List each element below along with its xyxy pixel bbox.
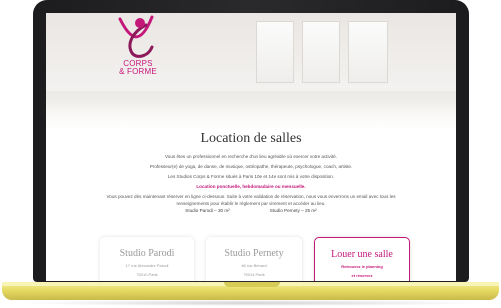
studio-sizes: Studio Parodi – 30 m² Studio Pernety – 2…	[46, 207, 456, 214]
brand-logo-text: CORPS & FORME	[119, 59, 157, 76]
card-cta-line2: et réservez	[351, 273, 373, 278]
laptop-shadow	[14, 300, 487, 306]
laptop-screen: CORPS & FORME Location de salles Vous êt…	[46, 13, 456, 281]
card-address: 17 rue Alexandre Parodi	[125, 263, 169, 268]
card-address: 46 rue Bénard	[241, 263, 267, 268]
card-rent-room-button[interactable]: Louer une salle Retrouvez le planning et…	[314, 237, 410, 281]
laptop-notch	[224, 282, 280, 287]
hero-window	[256, 21, 294, 83]
card-studio-pernety[interactable]: Studio Pernety 46 rue Bénard 75014 Paris	[206, 237, 302, 281]
size-parodi: Studio Parodi – 30 m²	[185, 208, 230, 213]
studio-cards: Studio Parodi 17 rue Alexandre Parodi 75…	[46, 231, 456, 281]
hero-window	[302, 21, 340, 83]
card-title: Studio Pernety	[224, 248, 284, 259]
card-title: Studio Parodi	[119, 248, 175, 259]
page-title: Location de salles	[200, 131, 302, 146]
laptop-base	[2, 282, 499, 300]
main-content: Location de salles Vous êtes un professi…	[46, 125, 456, 214]
booking-text-line2: renseignements pour établir le règlement…	[176, 201, 326, 206]
card-city: 75010 Paris	[136, 272, 158, 277]
card-cta-line1: Retrouvez le planning	[341, 264, 383, 269]
rental-types-text: Location ponctuelle, hebdomadaire ou men…	[196, 184, 306, 189]
hero-window	[348, 21, 388, 83]
size-pernety: Studio Pernety – 25 m²	[269, 208, 317, 213]
intro-text: Vous êtes un professionnel en recherche …	[165, 154, 337, 159]
studios-text: Les Studios Corps & Forme situés à Paris…	[167, 174, 335, 179]
card-studio-parodi[interactable]: Studio Parodi 17 rue Alexandre Parodi 75…	[100, 237, 194, 281]
card-title: Louer une salle	[331, 249, 393, 260]
card-city: 75014 Paris	[243, 272, 265, 277]
laptop-mockup: CORPS & FORME Location de salles Vous êt…	[0, 0, 501, 308]
booking-text-line1: Vous pouvez dès maintenant réserver en l…	[106, 194, 396, 199]
professions-text: Professeur(e) de yoga, de danse, de musi…	[149, 164, 353, 169]
